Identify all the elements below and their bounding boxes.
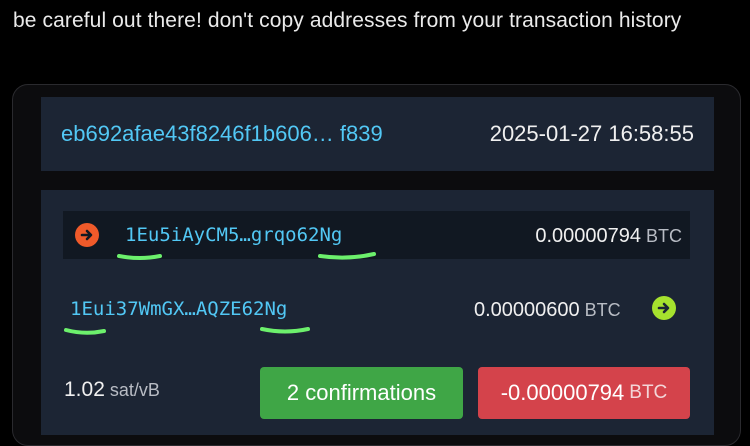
net-amount-value: -0.00000794 [500,380,625,405]
underline-output-prefix [64,328,106,335]
net-amount-badge[interactable]: -0.00000794 BTC [478,367,690,419]
fee-rate-value: 1.02 [64,378,105,401]
underline-output-suffix [260,327,310,334]
net-amount-unit: BTC [629,382,668,403]
confirmations-badge[interactable]: 2 confirmations [260,367,463,419]
confirmations-label: 2 confirmations [286,380,437,405]
underline-input-prefix [117,254,162,260]
highlight-underlines [64,252,376,335]
fee-rate: 1.02 sat/vB [64,378,160,402]
fee-rate-unit: sat/vB [109,380,160,400]
underline-input-suffix [318,252,376,260]
